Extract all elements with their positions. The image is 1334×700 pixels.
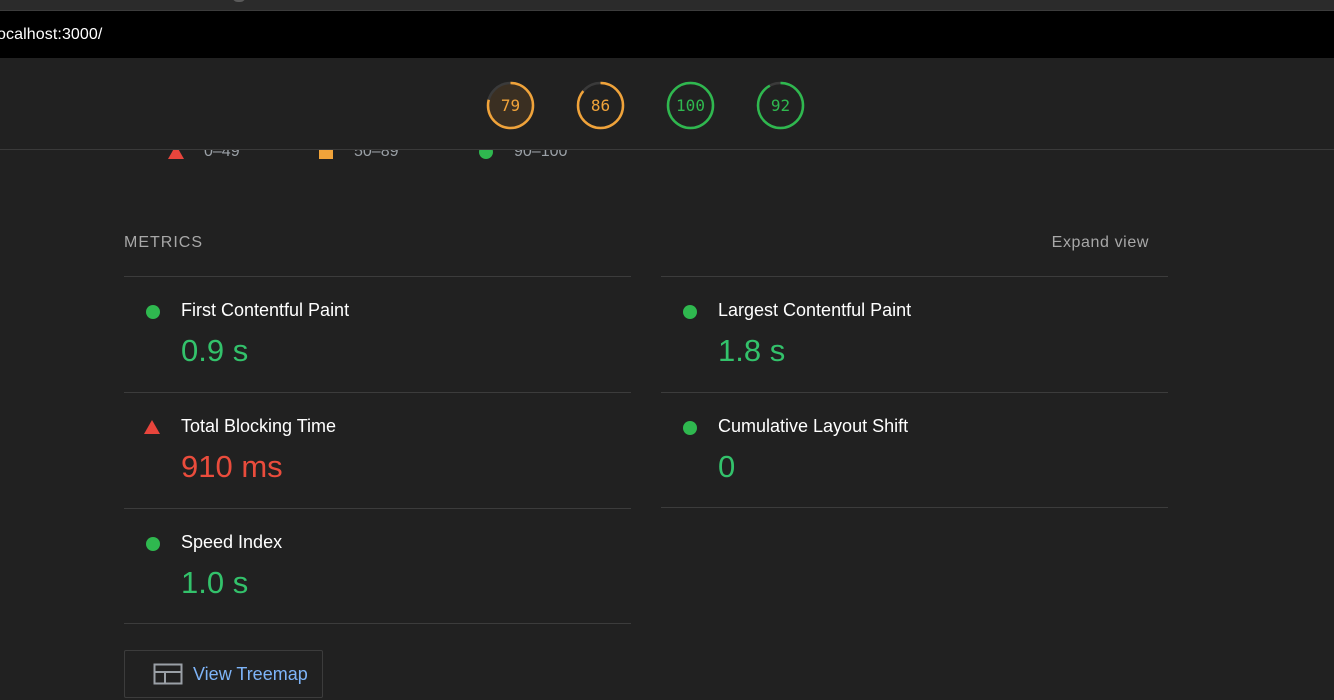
address-bar[interactable]: ocalhost:3000/ <box>0 11 1334 58</box>
score-value: 86 <box>590 96 611 115</box>
metrics-column-left: First Contentful Paint 0.9 s Total Block… <box>124 276 631 624</box>
metric-total-blocking-time: Total Blocking Time 910 ms <box>124 392 631 508</box>
metrics-heading: METRICS <box>124 234 203 251</box>
circle-icon <box>683 421 697 435</box>
metric-title: Cumulative Layout Shift <box>718 416 909 436</box>
expand-view-toggle[interactable]: Expand view <box>1052 234 1149 252</box>
metric-value: 1.8 s <box>718 333 786 368</box>
metric-title: First Contentful Paint <box>181 300 350 320</box>
view-treemap-label: View Treemap <box>193 663 308 684</box>
address-url[interactable]: ocalhost:3000/ <box>0 26 102 44</box>
metric-title: Largest Contentful Paint <box>718 300 912 320</box>
score-gauge-best-practices[interactable]: 100 <box>666 81 715 130</box>
view-treemap-button[interactable]: View Treemap <box>124 650 323 698</box>
score-value: 92 <box>770 96 791 115</box>
score-gauges: 79 86 100 92 <box>486 81 805 130</box>
circle-icon <box>146 537 160 551</box>
metric-value: 0 <box>718 449 736 484</box>
metric-value: 1.0 s <box>181 565 249 600</box>
score-gauge-accessibility[interactable]: 86 <box>576 81 625 130</box>
metric-first-contentful-paint: First Contentful Paint 0.9 s <box>124 276 631 392</box>
metric-title: Total Blocking Time <box>181 416 337 436</box>
score-gauge-seo[interactable]: 92 <box>756 81 805 130</box>
score-gauge-performance[interactable]: 79 <box>486 81 535 130</box>
circle-icon <box>146 305 160 319</box>
metric-value: 0.9 s <box>181 333 249 368</box>
tab-edge <box>232 0 246 2</box>
score-value: 100 <box>676 96 705 115</box>
metric-title: Speed Index <box>181 532 283 552</box>
score-value: 79 <box>500 96 521 115</box>
metric-speed-index: Speed Index 1.0 s <box>124 508 631 624</box>
score-gauges-bar: 79 86 100 92 <box>0 58 1334 150</box>
metric-cumulative-layout-shift: Cumulative Layout Shift 0 <box>661 392 1168 508</box>
browser-top-strip <box>0 0 1334 11</box>
metric-value: 910 ms <box>181 449 283 484</box>
metrics-column-right: Largest Contentful Paint 1.8 s Cumulativ… <box>661 276 1168 508</box>
triangle-icon <box>144 420 160 434</box>
metric-largest-contentful-paint: Largest Contentful Paint 1.8 s <box>661 276 1168 392</box>
treemap-icon <box>153 663 183 685</box>
circle-icon <box>683 305 697 319</box>
